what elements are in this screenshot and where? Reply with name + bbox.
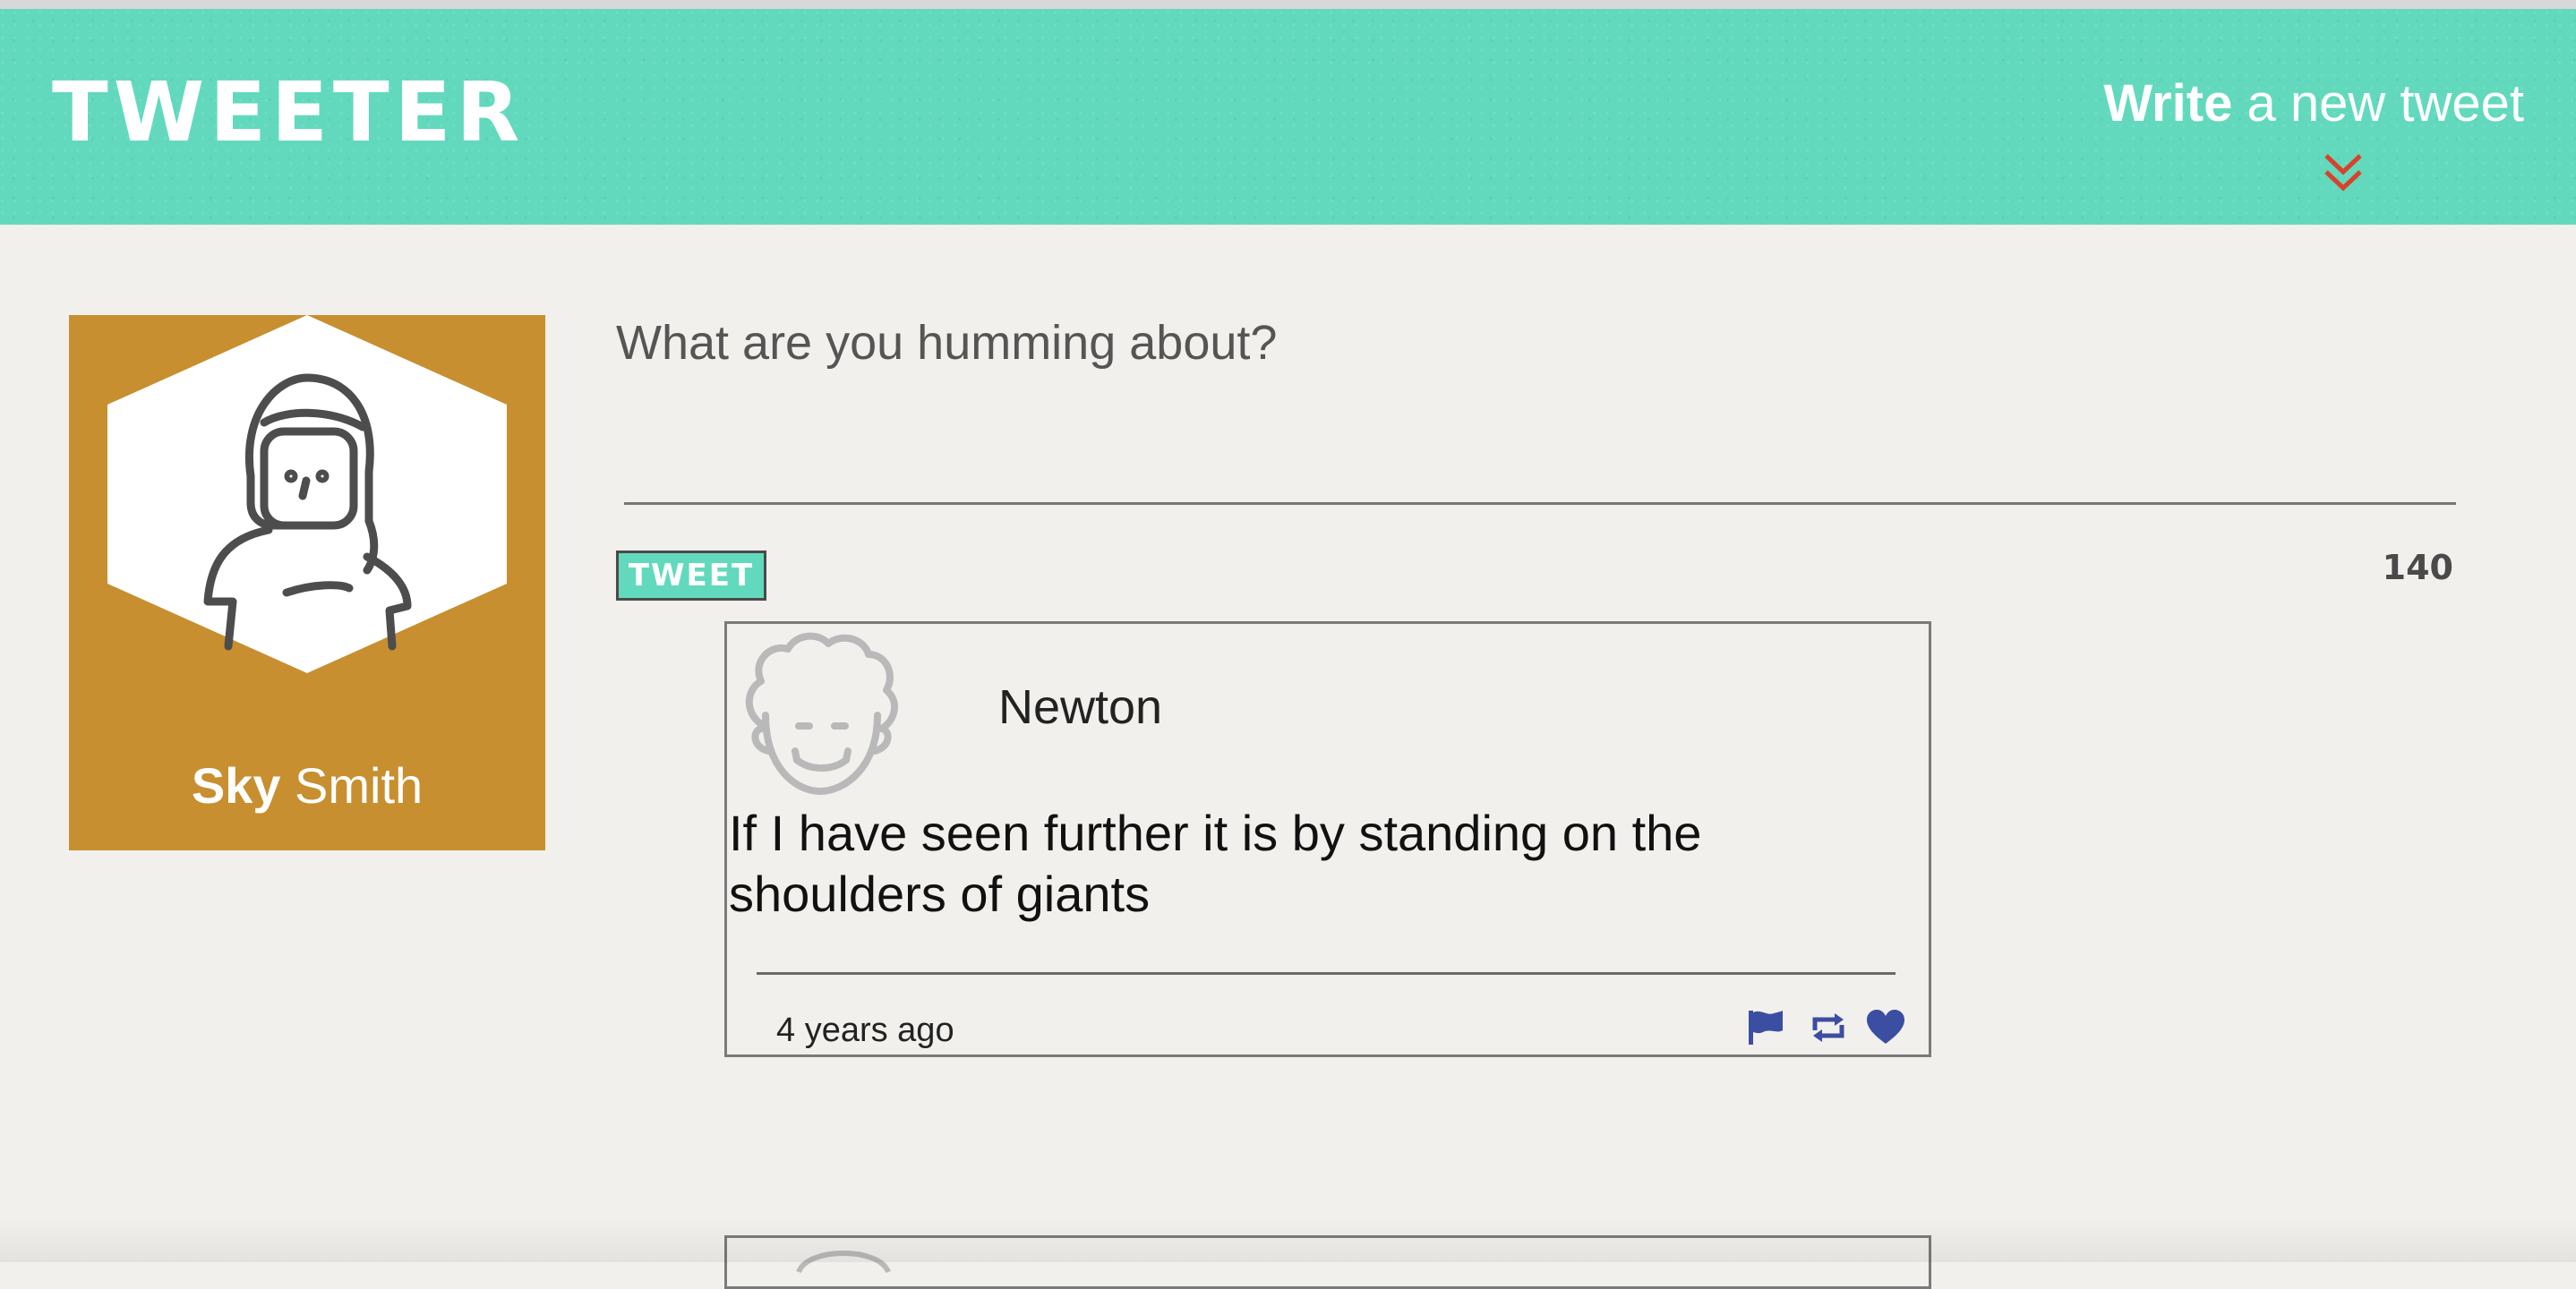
tweet-divider xyxy=(757,972,1896,975)
write-link-bold: Write xyxy=(2103,74,2233,132)
composer-underline xyxy=(624,502,2456,505)
flag-icon[interactable] xyxy=(1745,1007,1786,1048)
tweet-author-avatar xyxy=(745,632,898,795)
tweet-author-avatar xyxy=(796,1251,891,1274)
tweet-compose-input[interactable] xyxy=(616,315,2456,494)
heart-icon[interactable] xyxy=(1865,1007,1906,1048)
retweet-icon[interactable] xyxy=(1808,1007,1849,1048)
tweet-actions xyxy=(1745,1007,1915,1048)
double-chevron-down-icon[interactable] xyxy=(2321,150,2366,195)
tweet-card-next xyxy=(724,1235,1931,1289)
top-header: TWEETER Write a new tweet xyxy=(0,9,2576,225)
tweet-content: If I have seen further it is by standing… xyxy=(729,805,1702,922)
tweet-card: Newton If I have seen further it is by s… xyxy=(724,621,1931,1057)
window-top-edge xyxy=(0,0,2576,9)
profile-last-name: Smith xyxy=(280,757,424,814)
profile-name: Sky Smith xyxy=(69,756,545,815)
profile-first-name: Sky xyxy=(191,757,281,814)
char-counter: 140 xyxy=(2382,548,2453,587)
tweet-composer xyxy=(616,315,2456,512)
tweet-submit-button[interactable]: TWEET xyxy=(616,551,766,601)
brand-logo[interactable]: TWEETER xyxy=(52,72,525,154)
tweet-author-name[interactable]: Newton xyxy=(998,679,1162,735)
write-new-tweet-link[interactable]: Write a new tweet xyxy=(2103,73,2524,133)
write-link-rest: a new tweet xyxy=(2232,74,2524,132)
tweet-timestamp: 4 years ago xyxy=(776,1012,954,1049)
profile-avatar xyxy=(107,315,507,673)
